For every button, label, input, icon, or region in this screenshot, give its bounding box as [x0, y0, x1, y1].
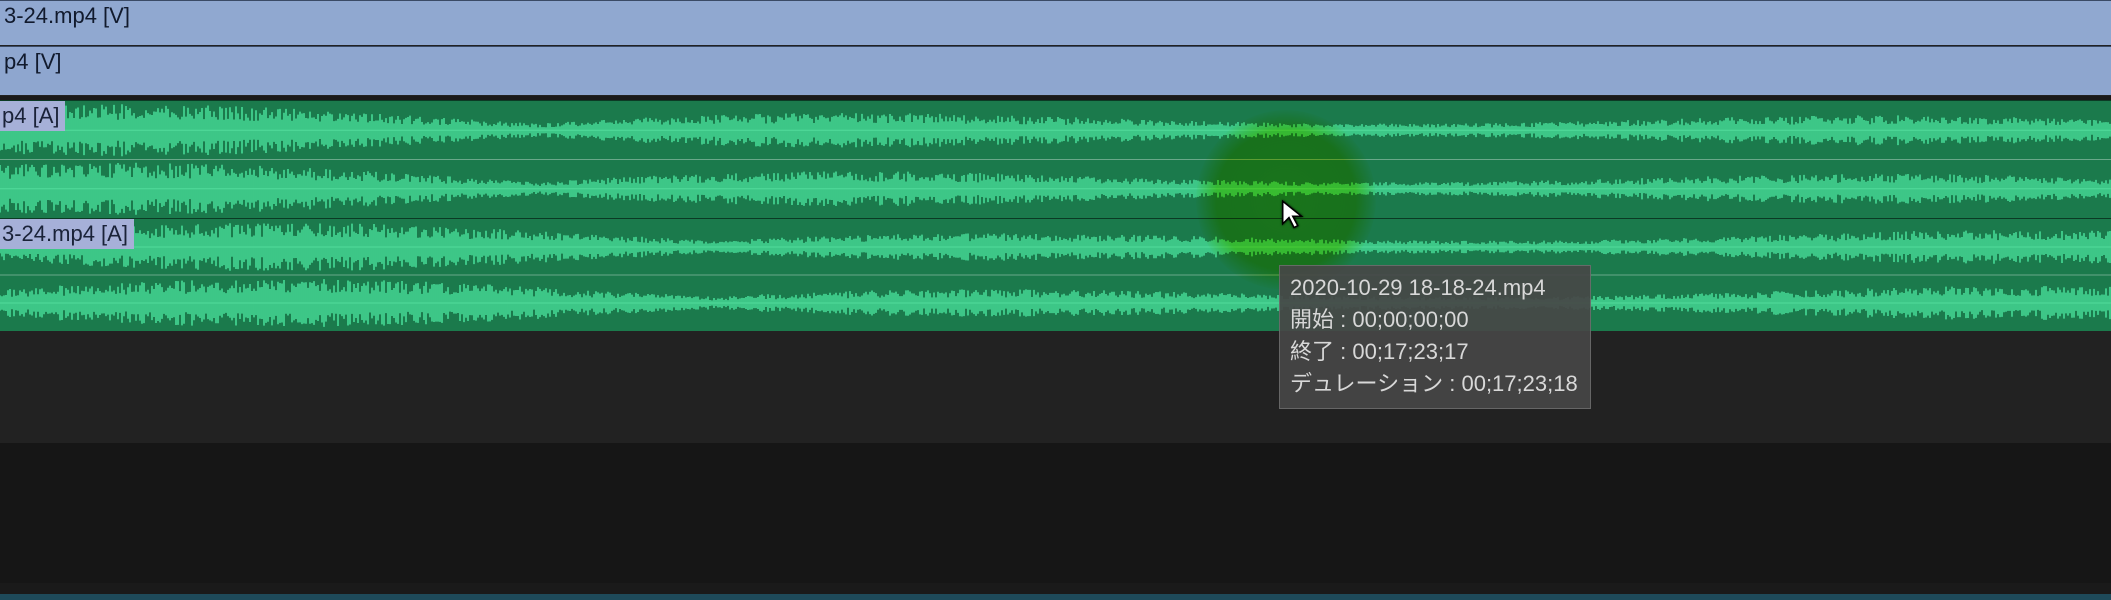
audio-clip-label-1: p4 [A]: [0, 101, 65, 131]
video-clip-label-1: 3-24.mp4 [V]: [0, 3, 134, 29]
tooltip-end: 終了 : 00;17;23;17: [1290, 336, 1578, 368]
tooltip-start: 開始 : 00;00;00;00: [1290, 304, 1578, 336]
timeline[interactable]: 3-24.mp4 [V] p4 [V] p4 [A] 3-24.mp4 [A] …: [0, 0, 2111, 600]
audio-track-1[interactable]: p4 [A]: [0, 100, 2111, 218]
waveform-2: [0, 219, 2111, 331]
timeline-baseline: [0, 594, 2111, 600]
audio-track-2[interactable]: 3-24.mp4 [A]: [0, 218, 2111, 331]
audio-clip-label-2: 3-24.mp4 [A]: [0, 219, 134, 249]
tooltip-filename: 2020-10-29 18-18-24.mp4: [1290, 272, 1578, 304]
video-track-2[interactable]: p4 [V]: [0, 46, 2111, 96]
empty-track-1[interactable]: [0, 331, 2111, 387]
clip-info-tooltip: 2020-10-29 18-18-24.mp4 開始 : 00;00;00;00…: [1279, 265, 1591, 409]
tooltip-duration: デュレーション : 00;17;23;18: [1290, 368, 1578, 400]
waveform-1: [0, 101, 2111, 218]
video-track-1[interactable]: 3-24.mp4 [V]: [0, 0, 2111, 46]
empty-track-2[interactable]: [0, 387, 2111, 443]
video-clip-label-2: p4 [V]: [0, 49, 65, 75]
timeline-empty-area[interactable]: [0, 443, 2111, 583]
